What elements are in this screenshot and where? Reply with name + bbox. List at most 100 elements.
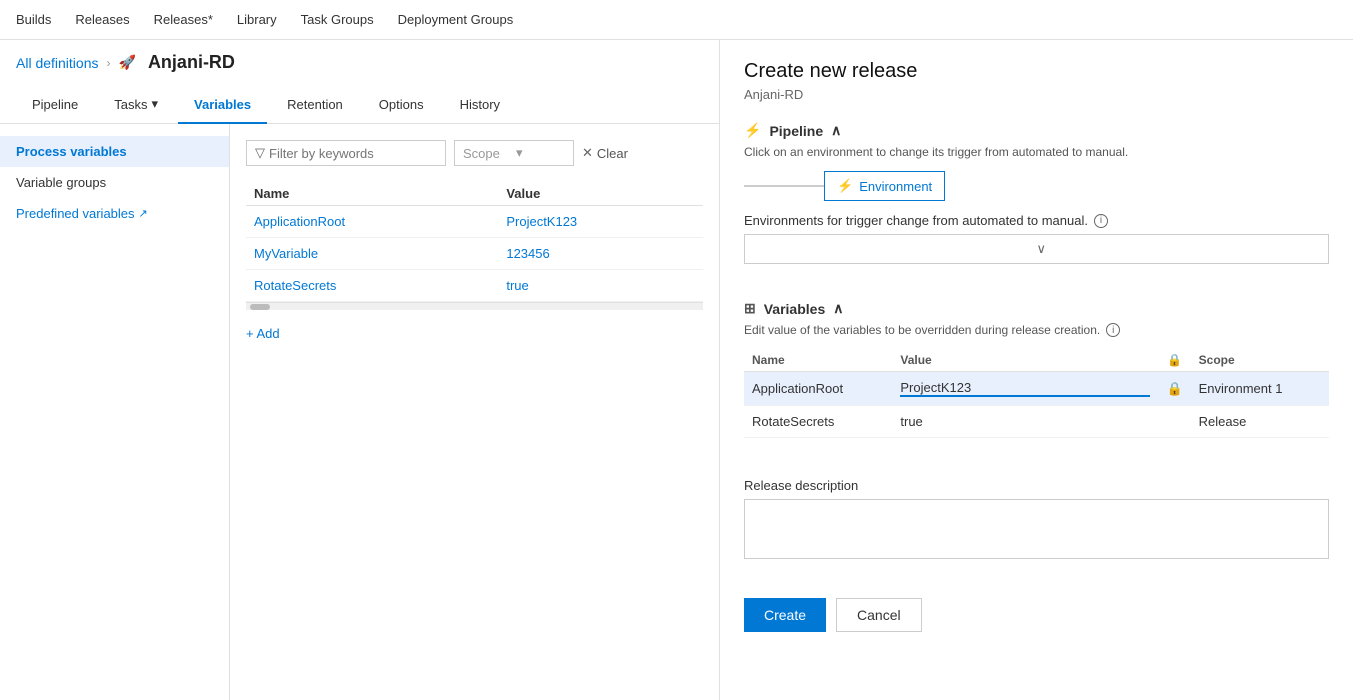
add-variable-button[interactable]: + Add bbox=[246, 326, 280, 341]
sidebar-process-variables[interactable]: Process variables bbox=[0, 136, 229, 167]
environment-button[interactable]: ⚡ Environment bbox=[824, 171, 945, 201]
rv-lock-1[interactable] bbox=[1158, 406, 1190, 438]
var-value-1[interactable]: 123456 bbox=[498, 238, 703, 270]
env-trigger-select[interactable] bbox=[744, 234, 1329, 264]
sidebar-predefined-variables[interactable]: Predefined variables ↗ bbox=[0, 198, 229, 229]
env-select-chevron-icon bbox=[1037, 241, 1319, 257]
scope-label: Scope bbox=[463, 146, 512, 161]
clear-label: Clear bbox=[597, 146, 628, 161]
table-row: MyVariable 123456 bbox=[246, 238, 703, 270]
nav-releases-star[interactable]: Releases* bbox=[154, 12, 213, 27]
table-row: RotateSecrets true bbox=[246, 270, 703, 302]
rv-col-name: Name bbox=[744, 349, 892, 372]
tasks-dropdown-icon: ▾ bbox=[152, 96, 159, 112]
release-description-section: Release description bbox=[744, 478, 1329, 562]
tab-variables[interactable]: Variables bbox=[178, 87, 267, 124]
variables-sidebar: Process variables Variable groups Predef… bbox=[0, 124, 230, 700]
scope-dropdown[interactable]: Scope ▾ bbox=[454, 140, 574, 166]
nav-builds[interactable]: Builds bbox=[16, 12, 51, 27]
rv-value-input-0[interactable] bbox=[900, 380, 1150, 397]
rv-col-scope: Scope bbox=[1191, 349, 1329, 372]
env-btn-icon: ⚡ bbox=[837, 178, 853, 194]
variables-content: ▽ Scope ▾ ✕ Clear bbox=[230, 124, 719, 700]
rv-name-0: ApplicationRoot bbox=[744, 372, 892, 406]
tab-tasks[interactable]: Tasks ▾ bbox=[98, 86, 174, 124]
variables-header-label: Variables bbox=[764, 301, 826, 317]
var-name-2[interactable]: RotateSecrets bbox=[246, 270, 498, 302]
col-header-value: Value bbox=[498, 182, 703, 206]
variables-icon: ⊞ bbox=[744, 300, 756, 317]
cancel-button[interactable]: Cancel bbox=[836, 598, 922, 632]
nav-task-groups[interactable]: Task Groups bbox=[301, 12, 374, 27]
sidebar-variable-groups[interactable]: Variable groups bbox=[0, 167, 229, 198]
nav-releases[interactable]: Releases bbox=[75, 12, 129, 27]
var-value-0[interactable]: ProjectK123 bbox=[498, 206, 703, 238]
rv-name-1: RotateSecrets bbox=[744, 406, 892, 438]
rv-col-value: Value bbox=[892, 349, 1158, 372]
breadcrumb: All definitions › 🚀 Anjani-RD bbox=[0, 40, 719, 85]
release-variables-table: Name Value 🔒 Scope ApplicationRoot 🔒 Env… bbox=[744, 349, 1329, 438]
table-row: ApplicationRoot ProjectK123 bbox=[246, 206, 703, 238]
panel-title: Create new release bbox=[744, 60, 1329, 83]
pipeline-section: ⚡ Pipeline Click on an environment to ch… bbox=[744, 122, 1329, 280]
nav-deployment-groups[interactable]: Deployment Groups bbox=[398, 12, 514, 27]
filter-bar: ▽ Scope ▾ ✕ Clear bbox=[246, 140, 703, 166]
col-header-name: Name bbox=[246, 182, 498, 206]
filter-icon: ▽ bbox=[255, 145, 265, 161]
clear-x-icon: ✕ bbox=[582, 145, 593, 161]
pipeline-collapse-icon[interactable] bbox=[831, 122, 841, 139]
nav-library[interactable]: Library bbox=[237, 12, 277, 27]
scroll-thumb bbox=[250, 304, 270, 310]
rv-col-lock: 🔒 bbox=[1158, 349, 1190, 372]
scroll-handle[interactable] bbox=[246, 302, 703, 310]
pipeline-header-label: Pipeline bbox=[769, 123, 823, 139]
create-release-panel: Create new release Anjani-RD ⚡ Pipeline … bbox=[720, 40, 1353, 700]
top-nav: Builds Releases Releases* Library Task G… bbox=[0, 0, 1353, 40]
rv-lock-0[interactable]: 🔒 bbox=[1158, 372, 1190, 406]
left-panel: All definitions › 🚀 Anjani-RD Pipeline T… bbox=[0, 40, 720, 700]
external-link-icon: ↗ bbox=[139, 207, 148, 220]
pipeline-section-header: ⚡ Pipeline bbox=[744, 122, 1329, 139]
variables-info-icon[interactable]: i bbox=[1106, 323, 1120, 337]
release-description-textarea[interactable] bbox=[744, 499, 1329, 559]
var-name-0[interactable]: ApplicationRoot bbox=[246, 206, 498, 238]
release-var-row-0: ApplicationRoot 🔒 Environment 1 bbox=[744, 372, 1329, 406]
content-area: Process variables Variable groups Predef… bbox=[0, 124, 719, 700]
tab-options[interactable]: Options bbox=[363, 87, 440, 124]
var-name-1[interactable]: MyVariable bbox=[246, 238, 498, 270]
env-trigger-label: Environments for trigger change from aut… bbox=[744, 213, 1329, 228]
rv-scope-1: Release bbox=[1191, 406, 1329, 438]
variables-section-header: ⊞ Variables bbox=[744, 300, 1329, 317]
env-trigger-info-icon[interactable]: i bbox=[1094, 214, 1108, 228]
tab-retention[interactable]: Retention bbox=[271, 87, 359, 124]
tab-history[interactable]: History bbox=[444, 87, 516, 124]
page-title: Anjani-RD bbox=[148, 52, 235, 73]
create-button[interactable]: Create bbox=[744, 598, 826, 632]
rv-value-input-1[interactable] bbox=[900, 414, 1150, 429]
rv-value-0[interactable] bbox=[892, 372, 1158, 406]
filter-input[interactable] bbox=[269, 146, 437, 161]
lightning-icon: ⚡ bbox=[744, 122, 761, 139]
release-variables-section: ⊞ Variables Edit value of the variables … bbox=[744, 300, 1329, 458]
pipeline-section-desc: Click on an environment to change its tr… bbox=[744, 145, 1329, 159]
env-btn-label: Environment bbox=[859, 179, 932, 194]
tab-pipeline[interactable]: Pipeline bbox=[16, 87, 94, 124]
filter-input-wrapper: ▽ bbox=[246, 140, 446, 166]
all-definitions-link[interactable]: All definitions bbox=[16, 55, 99, 71]
variables-table: Name Value ApplicationRoot ProjectK123 M… bbox=[246, 182, 703, 302]
rv-scope-0: Environment 1 bbox=[1191, 372, 1329, 406]
clear-button[interactable]: ✕ Clear bbox=[582, 145, 628, 161]
variables-section-desc: Edit value of the variables to be overri… bbox=[744, 323, 1329, 337]
release-icon: 🚀 bbox=[119, 54, 136, 71]
scope-chevron-icon: ▾ bbox=[516, 145, 565, 161]
bottom-buttons: Create Cancel bbox=[744, 598, 1329, 632]
tab-nav: Pipeline Tasks ▾ Variables Retention Opt… bbox=[0, 85, 719, 124]
release-var-row-1: RotateSecrets Release bbox=[744, 406, 1329, 438]
release-description-label: Release description bbox=[744, 478, 1329, 493]
variables-collapse-icon[interactable] bbox=[833, 300, 843, 317]
pipeline-area: ⚡ Environment bbox=[744, 171, 1329, 201]
breadcrumb-chevron: › bbox=[107, 56, 111, 70]
var-value-2[interactable]: true bbox=[498, 270, 703, 302]
rv-value-1[interactable] bbox=[892, 406, 1158, 438]
panel-subtitle: Anjani-RD bbox=[744, 87, 1329, 102]
